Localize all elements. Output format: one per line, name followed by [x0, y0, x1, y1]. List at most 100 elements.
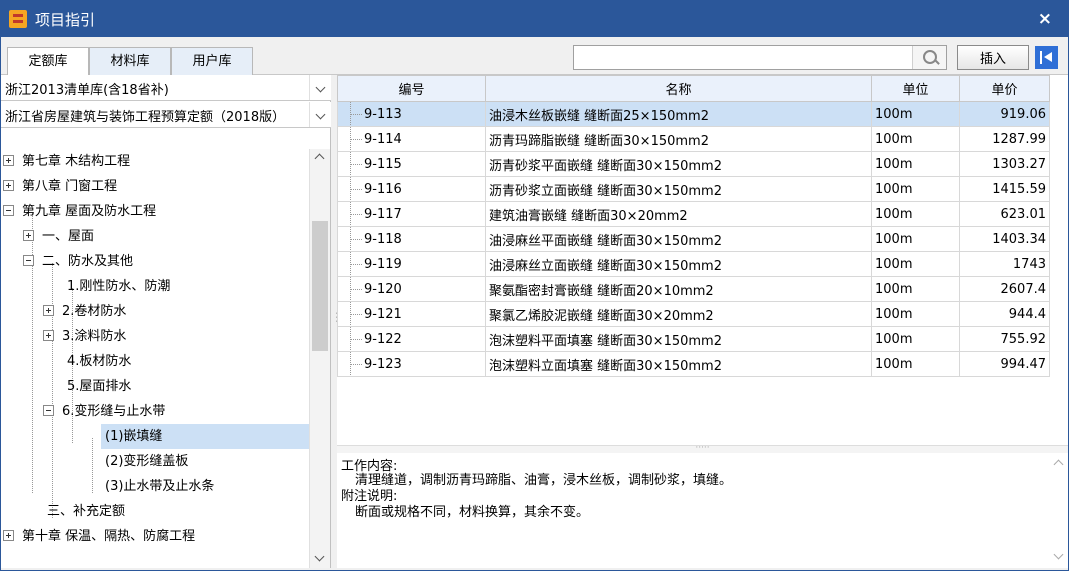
search-icon[interactable] — [912, 46, 946, 69]
column-header-price[interactable]: 单价 — [959, 75, 1050, 102]
tree-item-joint-cover[interactable]: (2)变形缝盖板 — [101, 449, 192, 474]
cell-unit: 100m — [871, 151, 960, 177]
cell-name: 沥青玛蹄脂嵌缝 缝断面30×150mm2 — [485, 126, 872, 152]
tree-item-coating-waterproof[interactable]: 3.涂料防水 — [43, 324, 130, 349]
cell-name: 聚氯乙烯胶泥嵌缝 缝断面30×20mm2 — [485, 301, 872, 327]
tree-item-chapter-7[interactable]: 第七章 木结构工程 — [3, 149, 134, 174]
cell-unit: 100m — [871, 126, 960, 152]
cell-price: 2607.4 — [959, 276, 1050, 302]
cell-code: 9-113 — [337, 101, 486, 127]
chevron-down-icon[interactable] — [309, 102, 331, 127]
table-row[interactable]: 9-118 油浸麻丝平面嵌缝 缝断面30×150mm2 100m 1403.34 — [337, 226, 1050, 252]
chapter-tree: 第七章 木结构工程 第八章 门窗工程 第九章 屋面及防水工程 一、屋面 二、防水… — [1, 149, 309, 568]
tab-quota-library[interactable]: 定额库 — [7, 47, 89, 77]
table-row[interactable]: 9-119 油浸麻丝立面嵌缝 缝断面30×150mm2 100m 1743 — [337, 251, 1050, 277]
table-row[interactable]: 9-120 聚氨酯密封膏嵌缝 缝断面20×10mm2 100m 2607.4 — [337, 276, 1050, 302]
table-row[interactable]: 9-121 聚氯乙烯胶泥嵌缝 缝断面30×20mm2 100m 944.4 — [337, 301, 1050, 327]
cell-code: 9-115 — [337, 151, 486, 177]
tree-item-joint-filling[interactable]: (1)嵌填缝 — [101, 424, 309, 449]
cell-unit: 100m — [871, 226, 960, 252]
scroll-down-icon[interactable] — [1053, 549, 1064, 560]
tree-item-chapter-8[interactable]: 第八章 门窗工程 — [3, 174, 121, 199]
close-icon[interactable]: × — [1038, 9, 1052, 29]
expand-icon[interactable] — [3, 530, 14, 541]
tree-item-membrane-waterproof[interactable]: 2.卷材防水 — [43, 299, 130, 324]
cell-price: 944.4 — [959, 301, 1050, 327]
tab-user-library[interactable]: 用户库 — [171, 47, 253, 76]
cell-name: 聚氨酯密封膏嵌缝 缝断面20×10mm2 — [485, 276, 872, 302]
search-box — [573, 45, 947, 70]
collapse-icon[interactable] — [23, 255, 34, 266]
search-input[interactable] — [574, 46, 908, 69]
tree-item-label: 第八章 门窗工程 — [22, 179, 118, 194]
tree-scrollbar[interactable] — [309, 149, 330, 568]
scroll-up-icon[interactable] — [1053, 459, 1064, 470]
tree-item-joints[interactable]: 6.变形缝与止水带 — [43, 399, 169, 424]
cell-unit: 100m — [871, 351, 960, 377]
scroll-up-icon[interactable] — [314, 153, 325, 164]
expand-icon[interactable] — [3, 180, 14, 191]
tab-material-library[interactable]: 材料库 — [89, 47, 171, 76]
scrollbar-thumb[interactable] — [312, 221, 328, 351]
tree-item-label: (2)变形缝盖板 — [105, 454, 189, 469]
cell-name: 油浸麻丝立面嵌缝 缝断面30×150mm2 — [485, 251, 872, 277]
tree-connector — [92, 438, 93, 493]
cell-name: 沥青砂浆平面嵌缝 缝断面30×150mm2 — [485, 151, 872, 177]
table-row[interactable]: 9-113 油浸木丝板嵌缝 缝断面25×150mm2 100m 919.06 — [337, 101, 1050, 127]
collapse-icon[interactable] — [43, 405, 54, 416]
expand-icon[interactable] — [3, 155, 14, 166]
tree-item-panel-waterproof[interactable]: 4.板材防水 — [63, 349, 135, 374]
quota-grid: 编号 名称 单位 单价 9-113 油浸木丝板嵌缝 缝断面25×150mm2 100… — [337, 75, 1050, 377]
tree-item-rigid-waterproof[interactable]: 1.刚性防水、防潮 — [63, 274, 174, 299]
tree-item-waterstop[interactable]: (3)止水带及止水条 — [101, 474, 218, 499]
cell-price: 1303.27 — [959, 151, 1050, 177]
scroll-down-icon[interactable] — [314, 551, 325, 562]
cell-code: 9-121 — [337, 301, 486, 327]
column-header-unit[interactable]: 单位 — [871, 75, 960, 102]
table-row[interactable]: 9-123 泡沫塑料立面填塞 缝断面30×150mm2 100m 994.47 — [337, 351, 1050, 377]
cell-unit: 100m — [871, 101, 960, 127]
right-panel: 编号 名称 单位 单价 9-113 油浸木丝板嵌缝 缝断面25×150mm2 100… — [337, 75, 1068, 568]
table-row[interactable]: 9-117 建筑油膏嵌缝 缝断面30×20mm2 100m 623.01 — [337, 201, 1050, 227]
table-row[interactable]: 9-116 沥青砂浆立面嵌缝 缝断面30×150mm2 100m 1415.59 — [337, 176, 1050, 202]
expand-icon[interactable] — [43, 330, 54, 341]
cell-name: 沥青砂浆立面嵌缝 缝断面30×150mm2 — [485, 176, 872, 202]
cell-name: 油浸木丝板嵌缝 缝断面25×150mm2 — [485, 101, 872, 127]
tree-item-label: 一、屋面 — [42, 229, 95, 244]
app-icon — [9, 10, 27, 28]
insert-button[interactable]: 插入 — [957, 45, 1029, 70]
tree-item-roof-drainage[interactable]: 5.屋面排水 — [63, 374, 135, 399]
table-row[interactable]: 9-115 沥青砂浆平面嵌缝 缝断面30×150mm2 100m 1303.27 — [337, 151, 1050, 177]
tree-item-label: 1.刚性防水、防潮 — [67, 279, 171, 294]
tree-item-supplementary[interactable]: 三、补充定额 — [43, 499, 129, 524]
cell-code: 9-117 — [337, 201, 486, 227]
table-header: 编号 名称 单位 单价 — [337, 75, 1050, 102]
toolbar: 定额库 材料库 用户库 插入 — [1, 37, 1068, 77]
cell-price: 623.01 — [959, 201, 1050, 227]
library-select[interactable]: 浙江2013清单库(含18省补) — [1, 75, 331, 101]
quota-table: 编号 名称 单位 单价 9-113 油浸木丝板嵌缝 缝断面25×150mm2 100… — [337, 75, 1068, 445]
tree-item-chapter-9[interactable]: 第九章 屋面及防水工程 — [3, 199, 160, 224]
work-content-text: 清理缝道，调制沥青玛蹄脂、油膏，浸木丝板，调制砂浆，填缝。 — [355, 473, 733, 488]
tree-item-label: 第七章 木结构工程 — [22, 154, 131, 169]
table-row[interactable]: 9-122 泡沫塑料平面填塞 缝断面30×150mm2 100m 755.92 — [337, 326, 1050, 352]
quota-book-select[interactable]: 浙江省房屋建筑与装饰工程预算定额（2018版） — [1, 102, 331, 128]
expand-icon[interactable] — [43, 305, 54, 316]
tree-item-roof[interactable]: 一、屋面 — [23, 224, 98, 249]
expand-icon[interactable] — [23, 230, 34, 241]
cell-price: 1743 — [959, 251, 1050, 277]
cell-name: 泡沫塑料平面填塞 缝断面30×150mm2 — [485, 326, 872, 352]
tree-item-waterproof[interactable]: 二、防水及其他 — [23, 249, 137, 274]
collapse-icon[interactable] — [3, 205, 14, 216]
chevron-down-icon[interactable] — [309, 75, 331, 100]
cell-price: 1287.99 — [959, 126, 1050, 152]
column-header-code[interactable]: 编号 — [337, 75, 486, 102]
cell-code: 9-118 — [337, 226, 486, 252]
table-row[interactable]: 9-114 沥青玛蹄脂嵌缝 缝断面30×150mm2 100m 1287.99 — [337, 126, 1050, 152]
column-header-name[interactable]: 名称 — [485, 75, 872, 102]
content-splitter[interactable]: ····· — [337, 444, 1068, 453]
window-title: 项目指引 — [35, 10, 96, 29]
tree-item-chapter-10[interactable]: 第十章 保温、隔热、防腐工程 — [3, 524, 199, 549]
dock-toggle-icon[interactable] — [1035, 46, 1058, 69]
cell-code: 9-120 — [337, 276, 486, 302]
